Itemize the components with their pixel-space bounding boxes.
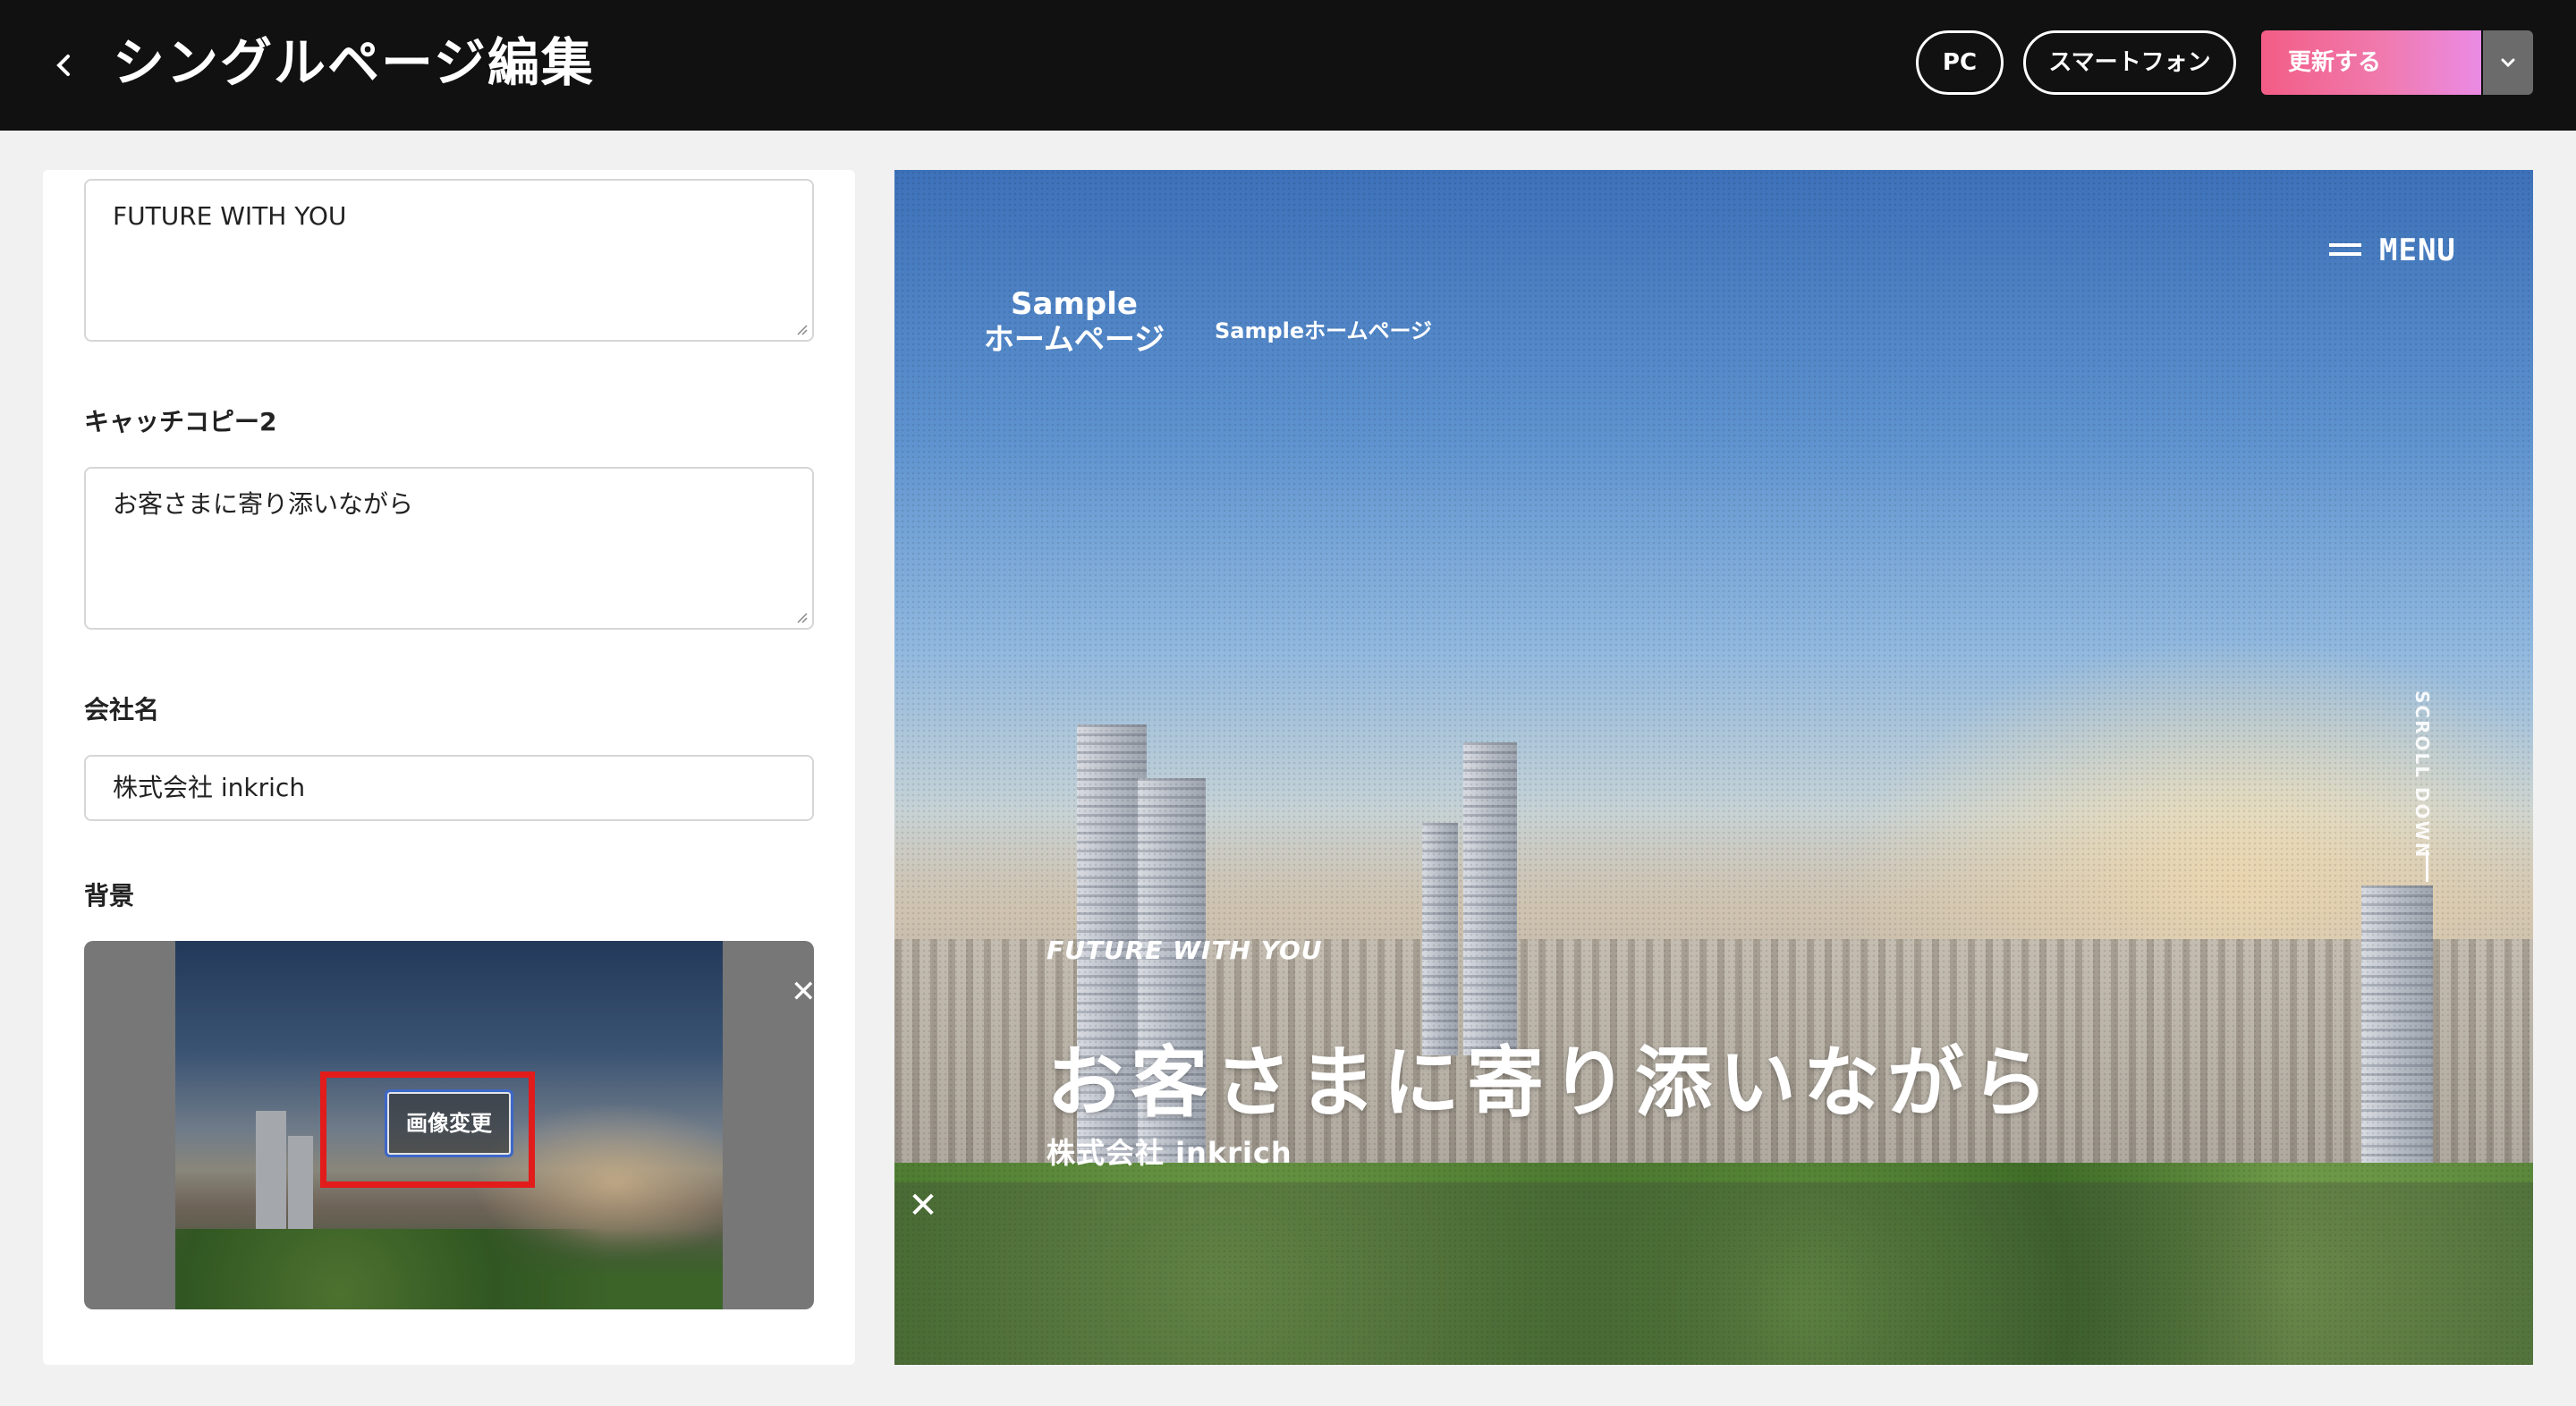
catch-copy-2-value: お客さまに寄り添いながら [113,489,414,519]
scroll-line [2426,850,2428,882]
company-name-value: 株式会社 inkrich [113,773,306,802]
hamburger-icon [2329,243,2361,256]
hero-main-copy: お客さまに寄り添いながら [1046,1038,2055,1128]
scroll-down-label: SCROLL DOWN [2411,690,2433,860]
view-pc-button[interactable]: PC [1916,30,2004,95]
background-label: 背景 [84,881,135,911]
logo-line-1: Sample [1011,286,1138,322]
catch-copy-1-textarea[interactable]: FUTURE WITH YOU [84,179,814,342]
resize-handle-icon[interactable] [794,322,809,336]
remove-image-icon[interactable]: ✕ [791,977,814,1007]
site-name: Sampleホームページ [1215,318,1432,343]
change-image-button[interactable]: 画像変更 [385,1089,513,1157]
scroll-down[interactable]: SCROLL DOWN [2402,690,2438,860]
catch-copy-2-label: キャッチコピー2 [84,407,277,436]
resize-handle-icon[interactable] [794,610,809,624]
site-logo[interactable]: Sample ホームページ [980,286,1168,358]
catch-copy-2-textarea[interactable]: お客さまに寄り添いながら [84,467,814,630]
hero-subtitle: FUTURE WITH YOU [1046,936,1323,965]
close-icon[interactable]: ✕ [903,1188,943,1224]
site-preview: Sample ホームページ Sampleホームページ MENU SCROLL D… [894,170,2533,1365]
company-name-input[interactable]: 株式会社 inkrich [84,755,814,821]
update-button[interactable]: 更新する [2261,30,2481,95]
back-chevron-icon[interactable] [50,43,77,88]
hero-company-name: 株式会社 inkrich [1046,1136,1292,1170]
view-smartphone-button[interactable]: スマートフォン [2023,30,2236,95]
menu-label: MENU [2379,233,2456,268]
company-name-label: 会社名 [84,695,160,724]
update-options-button[interactable] [2483,30,2533,95]
logo-line-2: ホームページ [983,322,1165,358]
top-bar: シングルページ編集 PC スマートフォン 更新する [0,0,2576,131]
page-title: シングルページ編集 [113,32,595,93]
catch-copy-1-value: FUTURE WITH YOU [113,201,347,231]
chevron-down-icon [2501,58,2515,68]
